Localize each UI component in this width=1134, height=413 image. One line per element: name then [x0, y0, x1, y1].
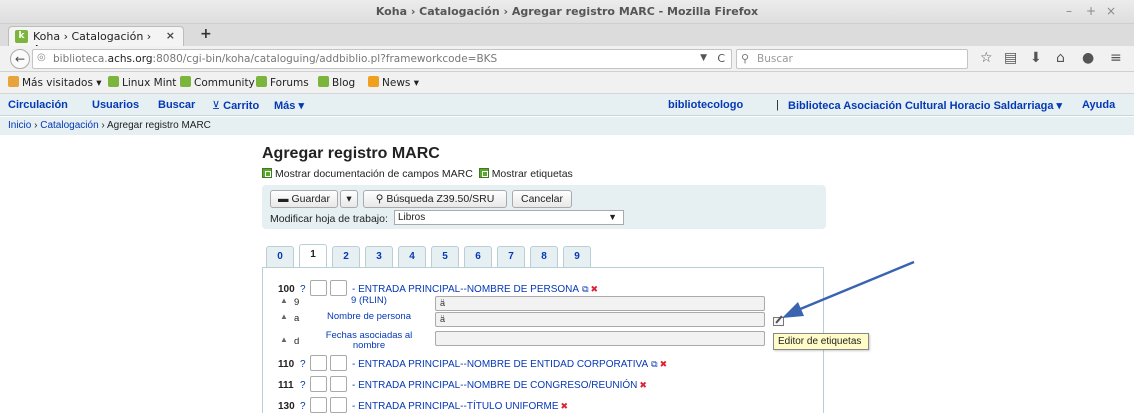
annotation-arrow [782, 260, 915, 318]
